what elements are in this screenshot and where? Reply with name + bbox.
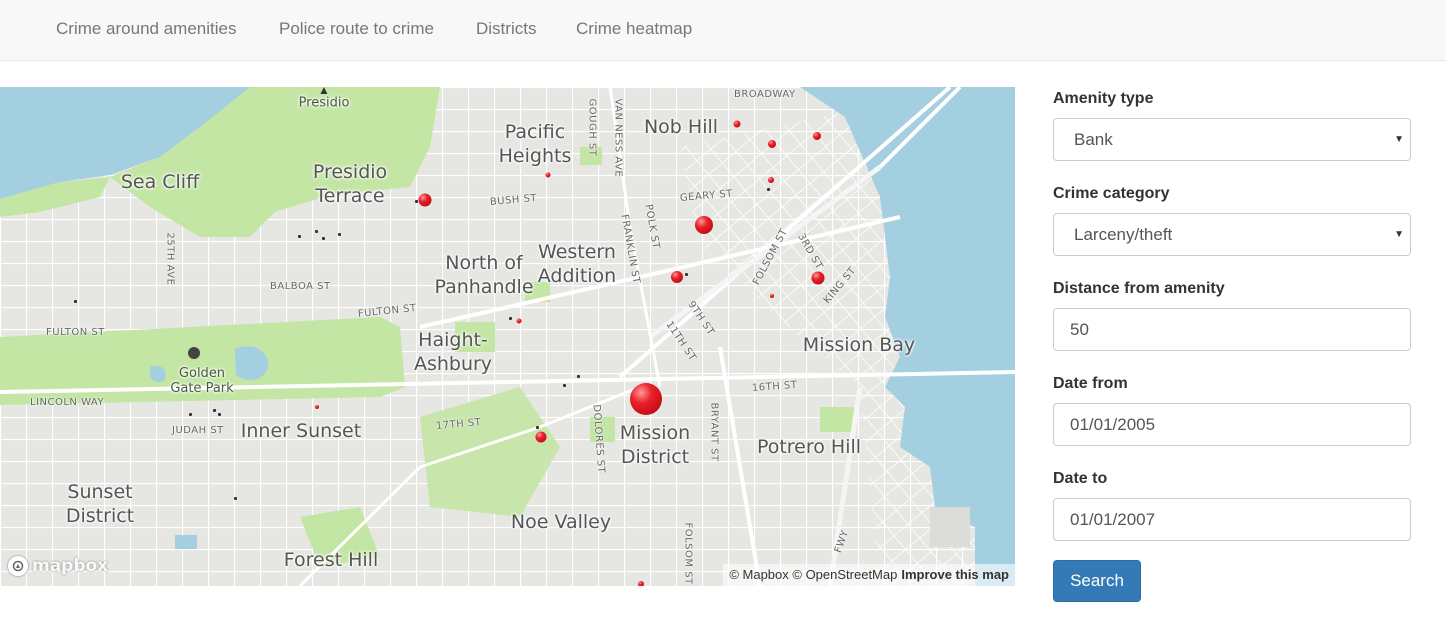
label-inner-sunset: Inner Sunset bbox=[240, 420, 362, 442]
label-mission-bay: Mission Bay bbox=[802, 334, 916, 356]
date-from-value: 01/01/2005 bbox=[1070, 415, 1156, 434]
street-25th-ave: 25TH AVE bbox=[164, 232, 176, 286]
crime-marker[interactable] bbox=[813, 132, 821, 140]
label-haight-ashbury: Haight- Ashbury bbox=[413, 329, 493, 375]
crime-marker-small bbox=[536, 426, 539, 429]
crime-marker-small bbox=[213, 409, 216, 412]
crime-marker[interactable] bbox=[770, 294, 774, 298]
label-noe-valley: Noe Valley bbox=[510, 511, 612, 533]
search-form: Amenity type Bank ▼ Crime category Larce… bbox=[1053, 87, 1411, 602]
date-from-input[interactable]: 01/01/2005 bbox=[1053, 403, 1411, 446]
crime-marker-small bbox=[577, 375, 580, 378]
crime-marker[interactable] bbox=[695, 216, 713, 234]
crime-marker[interactable] bbox=[630, 383, 662, 415]
crime-marker-small bbox=[74, 300, 77, 303]
date-from-label: Date from bbox=[1053, 375, 1128, 392]
attribution-text[interactable]: © Mapbox © OpenStreetMap bbox=[729, 567, 897, 582]
crime-marker-small bbox=[338, 233, 341, 236]
label-sunset-district: Sunset District bbox=[65, 481, 135, 527]
label-nob-hill: Nob Hill bbox=[643, 116, 719, 138]
crime-marker[interactable] bbox=[671, 271, 683, 283]
label-presidio-terrace: Presidio Terrace bbox=[312, 161, 388, 207]
date-to-value: 01/01/2007 bbox=[1070, 510, 1156, 529]
nav-crime-heatmap[interactable]: Crime heatmap bbox=[576, 0, 692, 58]
label-sea-cliff: Sea Cliff bbox=[120, 171, 200, 193]
distance-value: 50 bbox=[1070, 320, 1089, 339]
crime-category-label: Crime category bbox=[1053, 185, 1170, 202]
crime-marker-small bbox=[189, 413, 192, 416]
crime-map[interactable]: Presidio Sea Cliff Presidio Terrace Paci… bbox=[0, 87, 1015, 586]
distance-label: Distance from amenity bbox=[1053, 280, 1225, 297]
nav-police-route-to-crime[interactable]: Police route to crime bbox=[279, 0, 434, 58]
crime-marker[interactable] bbox=[768, 140, 776, 148]
presidio-poi-icon: ▲ bbox=[318, 87, 330, 97]
street-gough: GOUGH ST bbox=[586, 98, 598, 157]
crime-marker[interactable] bbox=[638, 581, 644, 586]
amenity-type-label: Amenity type bbox=[1053, 90, 1154, 107]
crime-category-value: Larceny/theft bbox=[1074, 225, 1173, 244]
street-lincoln: LINCOLN WAY bbox=[30, 397, 105, 408]
map-attribution: © Mapbox © OpenStreetMap Improve this map bbox=[723, 564, 1015, 586]
crime-marker-small bbox=[315, 230, 318, 233]
street-van-ness: VAN NESS AVE bbox=[612, 98, 624, 178]
label-potrero-hill: Potrero Hill bbox=[756, 436, 862, 458]
crime-marker[interactable] bbox=[545, 172, 551, 178]
label-north-of-panhandle: North of Panhandle bbox=[434, 252, 534, 298]
crime-marker-small bbox=[685, 273, 688, 276]
crime-marker-small bbox=[563, 384, 566, 387]
street-folsom-south: FOLSOM ST bbox=[682, 522, 694, 585]
crime-marker-small bbox=[298, 235, 301, 238]
crime-marker[interactable] bbox=[733, 120, 741, 128]
crime-marker[interactable] bbox=[418, 193, 432, 207]
date-to-label: Date to bbox=[1053, 470, 1108, 487]
street-fulton-west: FULTON ST bbox=[46, 327, 105, 338]
mapbox-logo[interactable]: mapbox bbox=[8, 556, 108, 576]
crime-marker[interactable] bbox=[811, 271, 825, 285]
nav-crime-around-amenities[interactable]: Crime around amenities bbox=[56, 0, 236, 58]
crime-marker-small bbox=[218, 413, 221, 416]
label-golden-gate-park: Golden Gate Park bbox=[170, 366, 234, 396]
label-pacific-heights: Pacific Heights bbox=[498, 121, 572, 167]
crime-marker[interactable] bbox=[535, 431, 547, 443]
amenity-type-value: Bank bbox=[1074, 130, 1113, 149]
chevron-down-icon: ▼ bbox=[1394, 134, 1404, 145]
chevron-down-icon: ▼ bbox=[1394, 229, 1404, 240]
mapbox-logo-text: mapbox bbox=[32, 556, 109, 576]
street-broadway: BROADWAY bbox=[734, 89, 796, 100]
crime-marker[interactable] bbox=[315, 405, 319, 409]
crime-marker-small bbox=[415, 200, 418, 203]
amenity-type-select[interactable]: Bank ▼ bbox=[1053, 118, 1411, 161]
distance-input[interactable]: 50 bbox=[1053, 308, 1411, 351]
crime-marker-small bbox=[767, 188, 770, 191]
street-bryant: BRYANT ST bbox=[708, 402, 720, 462]
label-presidio: Presidio bbox=[298, 95, 350, 111]
park-tree-icon bbox=[188, 347, 200, 359]
label-mission-district: Mission District bbox=[619, 422, 691, 468]
crime-marker[interactable] bbox=[768, 177, 774, 183]
crime-marker-small bbox=[234, 497, 237, 500]
label-forest-hill: Forest Hill bbox=[283, 549, 379, 571]
crime-category-select[interactable]: Larceny/theft ▼ bbox=[1053, 213, 1411, 256]
search-button[interactable]: Search bbox=[1053, 560, 1141, 602]
crime-marker[interactable] bbox=[516, 318, 522, 324]
label-western-addition: Western Addition bbox=[537, 241, 617, 287]
nav-districts[interactable]: Districts bbox=[476, 0, 536, 58]
street-judah: JUDAH ST bbox=[172, 425, 224, 436]
improve-map-link[interactable]: Improve this map bbox=[901, 567, 1009, 582]
street-balboa: BALBOA ST bbox=[270, 281, 331, 292]
crime-marker-small bbox=[509, 317, 512, 320]
top-navbar: Crime around amenities Police route to c… bbox=[0, 0, 1446, 61]
mapbox-logo-icon bbox=[8, 556, 28, 576]
crime-marker-small bbox=[322, 237, 325, 240]
date-to-input[interactable]: 01/01/2007 bbox=[1053, 498, 1411, 541]
